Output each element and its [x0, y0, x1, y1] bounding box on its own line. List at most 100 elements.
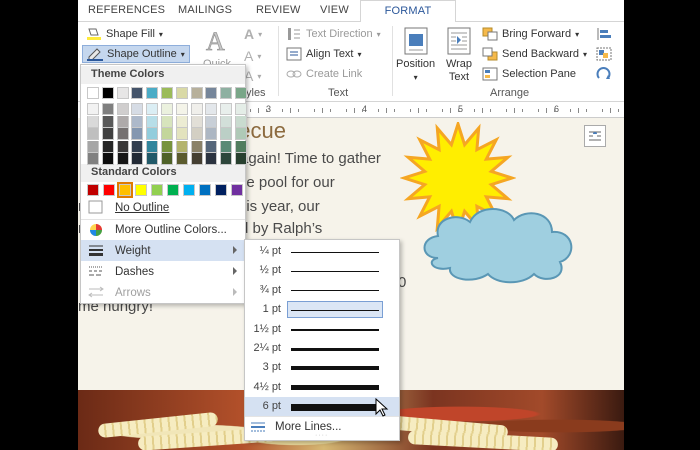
tab-view[interactable]: VIEW [320, 4, 349, 16]
theme-color-shade-swatch[interactable] [87, 140, 99, 153]
theme-color-swatch[interactable] [146, 87, 159, 99]
theme-color-shade-swatch[interactable] [205, 140, 218, 153]
theme-color-shade-swatch[interactable] [131, 153, 144, 165]
dashes-item[interactable]: Dashes [81, 261, 245, 282]
theme-color-shade-swatch[interactable] [220, 140, 233, 153]
weight-option[interactable]: ½ pt [245, 261, 399, 280]
tab-mailings[interactable]: MAILINGS [178, 4, 232, 16]
theme-color-shade-swatch[interactable] [101, 140, 114, 153]
theme-color-shade-swatch[interactable] [131, 115, 144, 128]
theme-color-shade-swatch[interactable] [161, 140, 173, 153]
tab-format[interactable]: FORMAT [360, 0, 456, 23]
text-outline-button[interactable]: A ▾ [244, 48, 261, 64]
theme-color-swatch[interactable] [116, 87, 129, 99]
theme-color-shade-swatch[interactable] [175, 140, 188, 153]
align-text-button[interactable]: Align Text ▾ [286, 47, 362, 61]
text-fill-button[interactable]: A ▾ [244, 26, 262, 42]
cloud-shape[interactable] [418, 200, 583, 286]
weight-option[interactable]: 1½ pt [245, 320, 399, 339]
shape-fill-button[interactable]: Shape Fill ▾ [86, 27, 163, 41]
theme-color-shade-swatch[interactable] [161, 153, 173, 165]
theme-color-shade-swatch[interactable] [235, 128, 247, 140]
standard-color-swatch[interactable] [151, 184, 163, 196]
theme-color-shade-swatch[interactable] [87, 115, 99, 128]
weight-option[interactable]: 3 pt [245, 358, 399, 377]
weight-option[interactable]: ¾ pt [245, 281, 399, 300]
theme-color-swatch[interactable] [205, 87, 218, 99]
arrows-item[interactable]: Arrows [81, 282, 245, 303]
theme-color-shade-swatch[interactable] [101, 128, 114, 140]
theme-color-swatch[interactable] [220, 87, 233, 99]
standard-color-swatch[interactable] [231, 184, 243, 196]
theme-color-shade-swatch[interactable] [175, 153, 188, 165]
align-objects-button[interactable] [596, 27, 612, 41]
theme-color-shade-swatch[interactable] [205, 153, 218, 165]
tab-references[interactable]: REFERENCES [88, 4, 165, 16]
theme-color-shade-swatch[interactable] [87, 103, 99, 115]
theme-color-shade-swatch[interactable] [116, 115, 129, 128]
create-link-button[interactable]: Create Link [286, 67, 362, 81]
text-direction-button[interactable]: Text Direction ▾ [286, 27, 381, 41]
standard-color-swatch[interactable] [135, 184, 147, 196]
theme-color-shade-swatch[interactable] [146, 115, 159, 128]
theme-color-shade-swatch[interactable] [87, 128, 99, 140]
selection-pane-button[interactable]: Selection Pane [482, 67, 576, 81]
standard-color-swatch[interactable] [215, 184, 227, 196]
theme-color-shade-swatch[interactable] [161, 115, 173, 128]
theme-color-shade-swatch[interactable] [116, 128, 129, 140]
theme-color-shade-swatch[interactable] [116, 153, 129, 165]
wrap-text-button[interactable]: Wrap Text [444, 26, 474, 84]
theme-color-shade-swatch[interactable] [190, 153, 203, 165]
theme-color-shade-swatch[interactable] [220, 128, 233, 140]
standard-color-swatch[interactable] [117, 182, 133, 198]
weight-option[interactable]: 2¼ pt [245, 339, 399, 358]
theme-color-shade-swatch[interactable] [220, 103, 233, 115]
theme-color-shade-swatch[interactable] [220, 115, 233, 128]
theme-color-shade-swatch[interactable] [175, 115, 188, 128]
theme-color-shade-swatch[interactable] [190, 115, 203, 128]
more-outline-colors-item[interactable]: More Outline Colors... [81, 219, 245, 240]
theme-color-shade-swatch[interactable] [205, 128, 218, 140]
weight-item[interactable]: Weight [81, 240, 245, 261]
weight-option[interactable]: 4½ pt [245, 378, 399, 397]
theme-color-shade-swatch[interactable] [175, 103, 188, 115]
bring-forward-button[interactable]: Bring Forward ▾ [482, 27, 579, 41]
theme-color-shade-swatch[interactable] [131, 140, 144, 153]
standard-color-swatch[interactable] [167, 184, 179, 196]
send-backward-button[interactable]: Send Backward ▾ [482, 47, 587, 61]
resize-grip[interactable]: ···· [315, 432, 328, 439]
theme-color-shade-swatch[interactable] [101, 103, 114, 115]
weight-option[interactable]: 1 pt [245, 300, 399, 319]
theme-color-shade-swatch[interactable] [190, 140, 203, 153]
theme-color-shade-swatch[interactable] [87, 153, 99, 165]
theme-color-shade-swatch[interactable] [146, 153, 159, 165]
weight-option[interactable]: ¼ pt [245, 242, 399, 261]
theme-color-swatch[interactable] [101, 87, 114, 99]
theme-color-shade-swatch[interactable] [116, 103, 129, 115]
theme-color-shade-swatch[interactable] [116, 140, 129, 153]
rotate-button[interactable] [596, 67, 612, 81]
layout-options-button[interactable] [584, 125, 606, 147]
position-button[interactable]: Position ▾ [396, 26, 435, 84]
standard-color-swatch[interactable] [103, 184, 115, 196]
theme-color-shade-swatch[interactable] [205, 103, 218, 115]
theme-color-shade-swatch[interactable] [235, 115, 247, 128]
theme-color-shade-swatch[interactable] [146, 128, 159, 140]
theme-color-swatch[interactable] [190, 87, 203, 99]
tab-review[interactable]: REVIEW [256, 4, 301, 16]
theme-color-shade-swatch[interactable] [101, 153, 114, 165]
no-outline-item[interactable]: No Outline [81, 197, 245, 218]
shape-outline-button[interactable]: Shape Outline ▾ [82, 45, 190, 63]
theme-color-swatch[interactable] [131, 87, 144, 99]
theme-color-swatch[interactable] [87, 87, 99, 99]
theme-color-shade-swatch[interactable] [146, 140, 159, 153]
theme-color-shade-swatch[interactable] [161, 128, 173, 140]
text-effects-button[interactable]: A ▾ [244, 68, 261, 84]
theme-color-shade-swatch[interactable] [235, 153, 247, 165]
theme-color-shade-swatch[interactable] [131, 128, 144, 140]
theme-color-shade-swatch[interactable] [161, 103, 173, 115]
theme-color-swatch[interactable] [161, 87, 173, 99]
theme-color-shade-swatch[interactable] [131, 103, 144, 115]
theme-color-shade-swatch[interactable] [220, 153, 233, 165]
theme-color-shade-swatch[interactable] [190, 103, 203, 115]
